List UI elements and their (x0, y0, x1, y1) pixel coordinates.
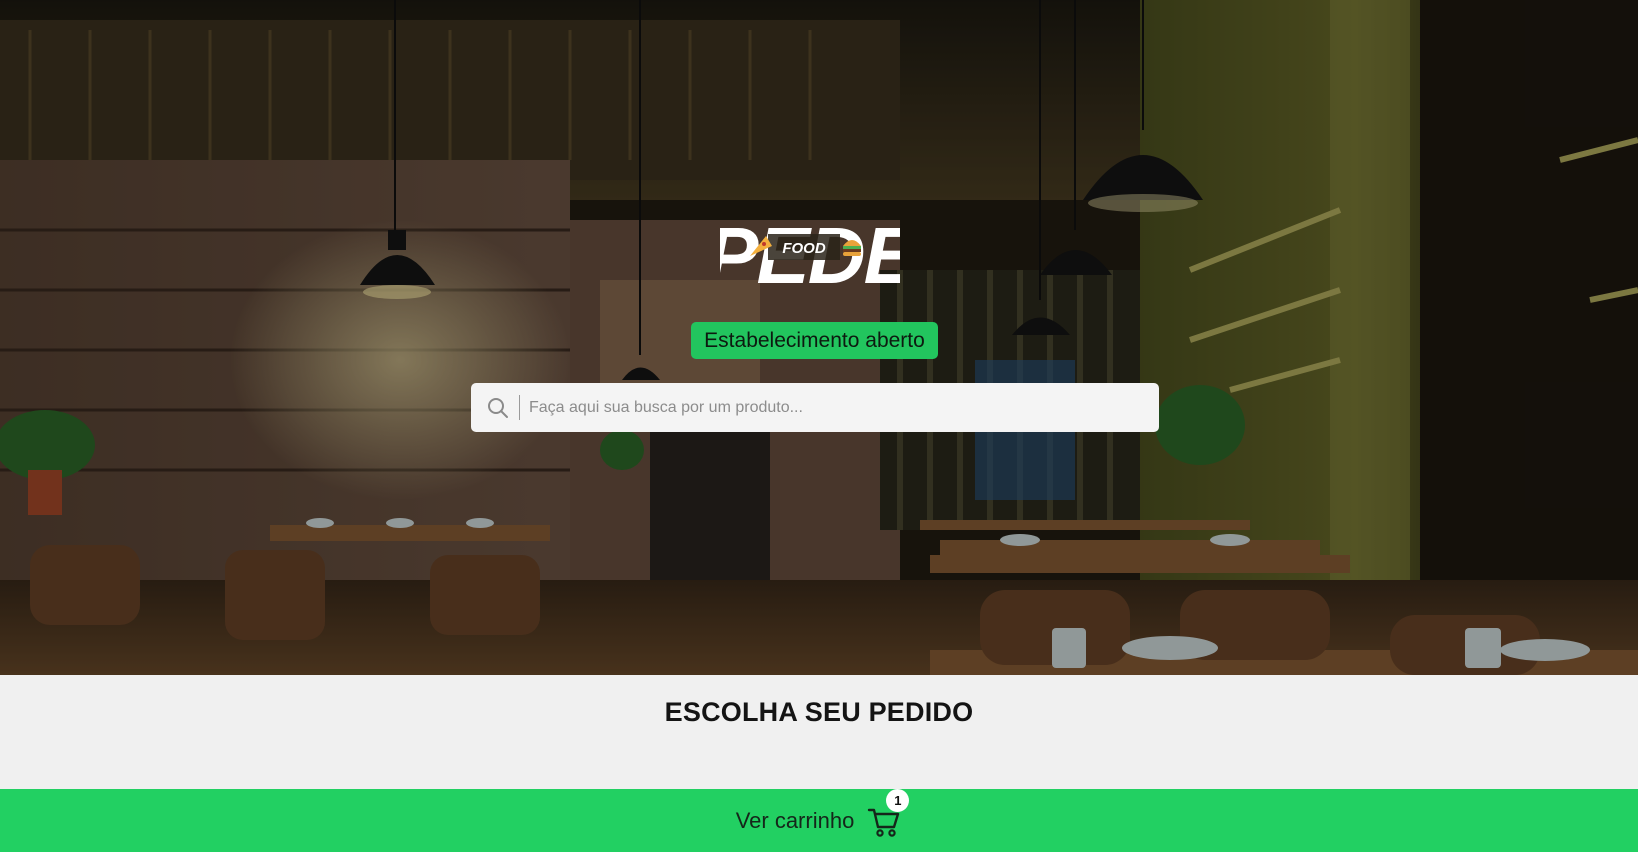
hero-banner: PEDE FOOD Estabelecimento aberto (0, 0, 1638, 675)
pede-food-logo: PEDE FOOD (720, 211, 900, 290)
cart-label: Ver carrinho (735, 807, 855, 833)
search-bar[interactable] (471, 383, 1159, 432)
cart-count-badge: 1 (886, 788, 910, 812)
search-icon[interactable] (477, 383, 519, 432)
view-cart-button[interactable]: Ver carrinho 1 (0, 788, 1638, 852)
status-badge: Estabelecimento aberto (691, 322, 938, 359)
search-input[interactable] (520, 383, 1159, 432)
svg-text:FOOD: FOOD (782, 240, 825, 257)
section-title: ESCOLHA SEU PEDIDO (664, 697, 974, 727)
cart-icon-wrapper: 1 (866, 788, 910, 839)
